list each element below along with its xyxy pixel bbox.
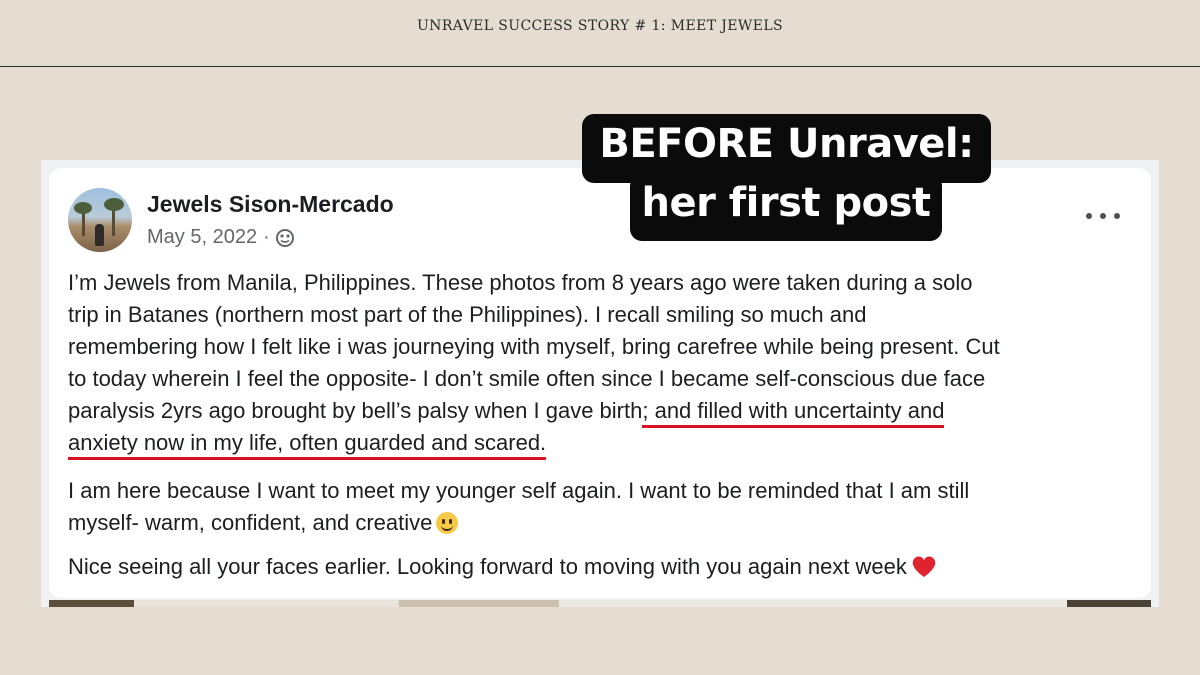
post-paragraph-3: Nice seeing all your faces earlier. Look…: [68, 551, 937, 583]
page-header: UNRAVEL SUCCESS STORY # 1: MEET JEWELS: [0, 0, 1200, 67]
paragraph-1-line-6: anxiety now in my life, often guarded an…: [68, 427, 1000, 460]
paragraph-2-line-2: myself- warm, confident, and creative: [68, 507, 969, 539]
post-meta: May 5, 2022 ·: [147, 226, 294, 249]
paragraph-3-text: Nice seeing all your faces earlier. Look…: [68, 554, 907, 579]
person-figure: [95, 224, 104, 246]
paragraph-1-line-1: I’m Jewels from Manila, Philippines. The…: [68, 270, 973, 295]
paragraph-2-line-2-text: myself- warm, confident, and creative: [68, 510, 433, 535]
post-date[interactable]: May 5, 2022: [147, 226, 257, 249]
author-avatar[interactable]: [68, 188, 132, 252]
paragraph-2-line-1: I am here because I want to meet my youn…: [68, 478, 970, 503]
paragraph-3-line-1: Nice seeing all your faces earlier. Look…: [68, 551, 937, 583]
meta-separator: ·: [263, 226, 270, 248]
callout-line-1: BEFORE Unravel:: [599, 121, 974, 167]
underlined-text-2: anxiety now in my life, often guarded an…: [68, 430, 547, 460]
smiling-face-emoji: [436, 512, 459, 534]
photo-strip: [49, 600, 1151, 607]
paragraph-1-line-5-plain: paralysis 2yrs ago brought by bell’s pal…: [68, 398, 643, 423]
post-paragraph-2: I am here because I want to meet my youn…: [68, 475, 969, 539]
paragraph-1-line-5: paralysis 2yrs ago brought by bell’s pal…: [68, 395, 1000, 428]
author-name[interactable]: Jewels Sison-Mercado: [147, 191, 394, 218]
globe-icon[interactable]: [275, 228, 294, 247]
post-paragraph-1: I’m Jewels from Manila, Philippines. The…: [68, 267, 1000, 460]
red-heart-emoji: [912, 556, 936, 577]
callout-line-2: her first post: [641, 180, 932, 226]
page-title: UNRAVEL SUCCESS STORY # 1: MEET JEWELS: [416, 18, 784, 34]
paragraph-1-line-3: remembering how I felt like i was journe…: [68, 334, 1000, 359]
more-options-icon[interactable]: [1086, 204, 1120, 228]
paragraph-1-line-4: to today wherein I feel the opposite- I …: [68, 366, 986, 391]
underlined-text-1: ; and filled with uncertainty and: [642, 398, 945, 428]
paragraph-1-line-2: trip in Batanes (northern most part of t…: [68, 302, 867, 327]
